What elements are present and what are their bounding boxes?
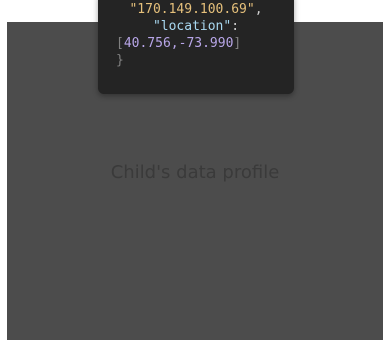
close-bracket: ] bbox=[233, 36, 242, 51]
ip-line: "170.149.100.69", bbox=[98, 1, 294, 18]
open-bracket: [ bbox=[116, 36, 124, 51]
closing-brace-line: } bbox=[116, 52, 294, 69]
json-code-card: "170.149.100.69", "location": [40.756,-7… bbox=[98, 0, 294, 94]
ip-comma: , bbox=[254, 2, 263, 17]
location-value-line: [40.756,-73.990] bbox=[116, 35, 294, 52]
panel-caption: Child's data profile bbox=[110, 162, 280, 183]
location-colon: : bbox=[231, 19, 240, 34]
close-brace: } bbox=[116, 53, 124, 68]
location-key: "location" bbox=[152, 19, 232, 34]
longitude-value: -73.990 bbox=[178, 36, 234, 51]
location-key-line: "location": bbox=[98, 18, 294, 35]
latitude-value: 40.756 bbox=[123, 36, 171, 51]
ip-value: "170.149.100.69" bbox=[129, 2, 255, 17]
coord-separator: , bbox=[170, 36, 179, 51]
